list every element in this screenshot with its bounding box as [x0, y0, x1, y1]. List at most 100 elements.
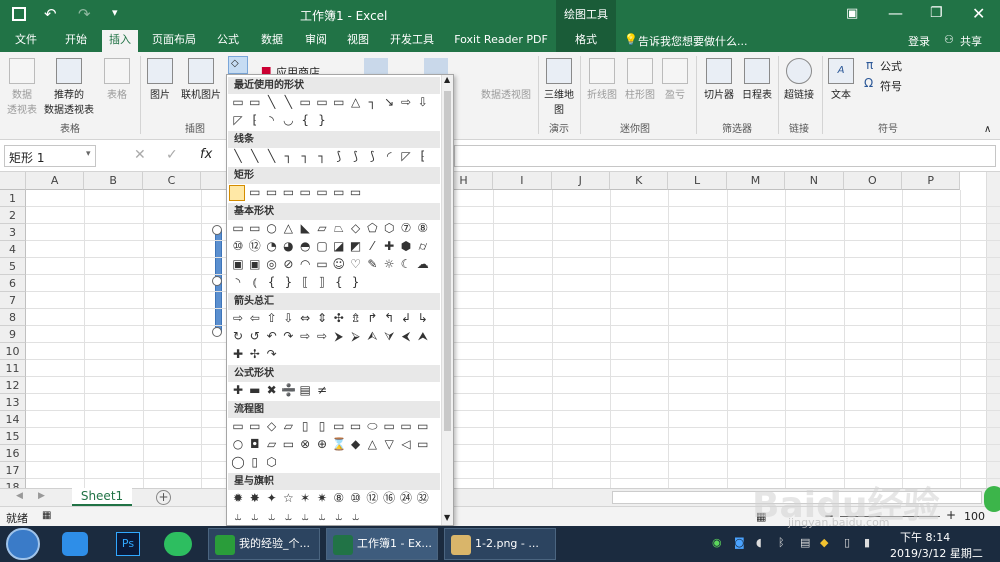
shape-option[interactable]: ◩: [349, 239, 363, 253]
shape-option[interactable]: ◇: [349, 221, 363, 235]
shape-option[interactable]: ↰: [382, 311, 396, 325]
shape-option[interactable]: ⟆: [332, 149, 346, 163]
shape-option[interactable]: ⥿: [298, 509, 312, 523]
shape-option[interactable]: ⥿: [248, 509, 262, 523]
shape-option[interactable]: △: [349, 95, 363, 109]
redo-icon[interactable]: ↷: [78, 5, 91, 23]
shape-option[interactable]: ⇨: [315, 329, 329, 343]
shape-option[interactable]: {: [298, 113, 312, 127]
shape-option[interactable]: ⌛: [332, 437, 347, 451]
shape-option[interactable]: ▭: [332, 185, 346, 199]
shape-option[interactable]: ⑩: [231, 239, 245, 253]
shape-option[interactable]: ✣: [332, 311, 346, 325]
share-button[interactable]: 共享: [960, 33, 982, 49]
minimize-icon[interactable]: —: [888, 4, 903, 22]
ribbon-display-icon[interactable]: ▣: [846, 6, 858, 21]
shape-option[interactable]: ⌭: [416, 239, 430, 253]
shape-option[interactable]: ▭: [231, 221, 245, 235]
sheet-prev-icon[interactable]: ◀: [16, 491, 23, 501]
shape-option[interactable]: ㉜: [416, 491, 430, 505]
photoshop-icon[interactable]: Ps: [116, 532, 140, 556]
shape-option[interactable]: ▭: [298, 185, 312, 199]
shape-option[interactable]: ✎: [365, 257, 379, 271]
shape-option[interactable]: ⁅: [248, 113, 262, 127]
row-header-10[interactable]: 10: [0, 343, 26, 360]
shape-option[interactable]: ○: [231, 437, 245, 451]
shape-option[interactable]: ✷: [315, 491, 329, 505]
shape-option[interactable]: ⮜: [399, 329, 413, 343]
shape-option[interactable]: ◝: [265, 113, 279, 127]
shape-option[interactable]: ✖: [265, 383, 279, 397]
tab-formulas[interactable]: 公式: [210, 30, 246, 52]
shape-option[interactable]: ⬡: [382, 221, 396, 235]
column-header-a[interactable]: A: [26, 172, 85, 190]
shape-option[interactable]: ╲: [265, 149, 279, 163]
row-header-6[interactable]: 6: [0, 275, 26, 292]
shape-option[interactable]: ⇩: [416, 95, 430, 109]
shape-option[interactable]: ➗: [281, 383, 296, 397]
shape-option[interactable]: ⑯: [382, 491, 396, 505]
column-header-j[interactable]: J: [551, 172, 610, 190]
shape-option[interactable]: ⑫: [365, 491, 379, 505]
tab-page-layout[interactable]: 页面布局: [146, 30, 202, 52]
shape-option[interactable]: ⟦: [298, 275, 312, 289]
tab-insert[interactable]: 插入: [102, 30, 138, 52]
shape-option[interactable]: ⬠: [365, 221, 379, 235]
shape-option[interactable]: ⥿: [281, 509, 295, 523]
equation-button[interactable]: 公式: [880, 58, 902, 74]
shape-option[interactable]: ◘: [248, 437, 262, 451]
shape-option[interactable]: ◁: [399, 437, 413, 451]
network-icon[interactable]: ▤: [800, 536, 810, 549]
row-header-8[interactable]: 8: [0, 309, 26, 326]
shape-option[interactable]: ◕: [281, 239, 295, 253]
sparkline-column-button[interactable]: 柱形图: [622, 58, 658, 101]
shape-option[interactable]: ◸: [399, 149, 413, 163]
pivot-table-button[interactable]: 数据 透视表: [4, 58, 40, 116]
sheet-tab[interactable]: Sheet1: [72, 488, 132, 506]
shape-option[interactable]: ⇩: [281, 311, 295, 325]
shape-option[interactable]: ▭: [231, 419, 245, 433]
shape-option[interactable]: }: [281, 275, 295, 289]
shape-option[interactable]: ⮞: [332, 329, 346, 343]
shape-option[interactable]: ↘: [382, 95, 396, 109]
shape-option[interactable]: ⇨: [298, 329, 312, 343]
column-header-k[interactable]: K: [610, 172, 669, 190]
shape-option[interactable]: ▭: [315, 185, 329, 199]
shape-option[interactable]: ◯: [231, 455, 245, 469]
row-header-13[interactable]: 13: [0, 394, 26, 411]
shape-option[interactable]: ▱: [315, 221, 329, 235]
recommended-pivot-button[interactable]: 推荐的 数据透视表: [42, 58, 96, 116]
timeline-button[interactable]: 日程表: [738, 58, 776, 101]
shape-option[interactable]: ✚: [231, 383, 245, 397]
slicer-button[interactable]: 切片器: [700, 58, 738, 101]
shape-option[interactable]: ▭: [265, 185, 279, 199]
formula-input[interactable]: [454, 145, 996, 167]
shape-option[interactable]: ⇨: [231, 311, 245, 325]
shape-option[interactable]: ⑫: [248, 239, 262, 253]
shape-option[interactable]: ▭: [399, 419, 413, 433]
shape-option[interactable]: ┐: [315, 149, 329, 163]
tab-format[interactable]: 格式: [556, 30, 616, 52]
shape-option[interactable]: ▭: [248, 95, 262, 109]
shape-option[interactable]: ▭: [349, 185, 363, 199]
column-header-i[interactable]: I: [493, 172, 552, 190]
shape-option[interactable]: ▭: [298, 95, 312, 109]
shape-option[interactable]: ☺: [332, 257, 346, 271]
zoom-in-icon[interactable]: +: [946, 508, 956, 522]
save-icon[interactable]: [12, 7, 26, 21]
shape-option[interactable]: ⁅: [416, 149, 430, 163]
picture-button[interactable]: 图片: [144, 58, 176, 101]
row-header-9[interactable]: 9: [0, 326, 26, 343]
start-button[interactable]: [6, 528, 40, 560]
signal-icon[interactable]: ▮: [864, 536, 870, 549]
battery-icon[interactable]: ▯: [844, 536, 850, 549]
shape-option[interactable]: ◔: [265, 239, 279, 253]
shape-option[interactable]: ◇: [265, 419, 279, 433]
resize-handle[interactable]: [212, 276, 222, 286]
shape-option[interactable]: {: [332, 275, 346, 289]
shape-option[interactable]: ⮙: [365, 329, 379, 343]
zoom-level[interactable]: 100: [964, 510, 985, 523]
shape-option[interactable]: ╲: [231, 149, 245, 163]
vertical-scrollbar[interactable]: [986, 172, 1000, 488]
shape-option[interactable]: ↻: [231, 329, 245, 343]
